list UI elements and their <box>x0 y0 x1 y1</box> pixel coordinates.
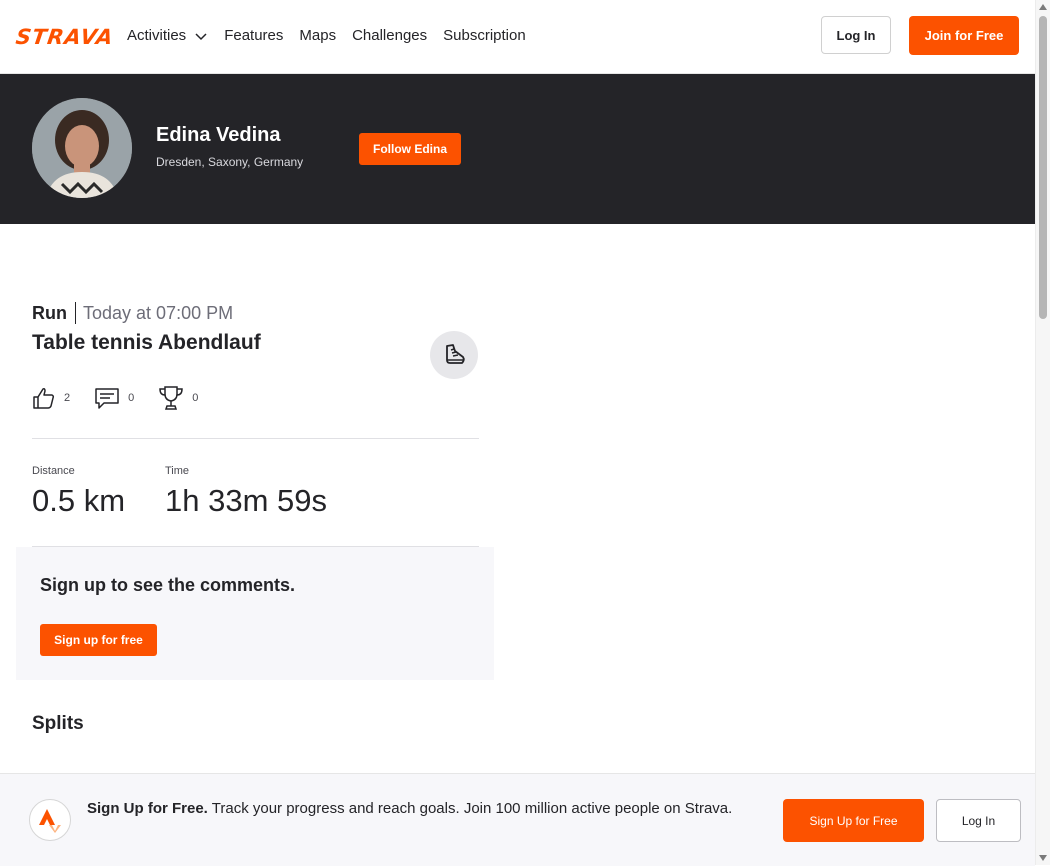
strava-badge-icon <box>29 799 71 841</box>
follow-button[interactable]: Follow Edina <box>359 133 461 165</box>
scroll-up-arrow[interactable] <box>1039 4 1047 10</box>
athlete-name[interactable]: Edina Vedina <box>156 124 280 147</box>
activity-date: Today at 07:00 PM <box>83 302 234 323</box>
athlete-location: Dresden, Saxony, Germany <box>156 155 304 169</box>
banner-headline: Sign Up for Free. <box>87 800 208 817</box>
activity-type: Run <box>32 302 76 324</box>
shoe-icon <box>446 344 465 364</box>
avatar[interactable] <box>32 98 132 198</box>
comments-signup-box: Sign up to see the comments. Sign up for… <box>16 547 494 680</box>
achievements-count: 0 <box>192 392 199 404</box>
signup-for-free-button[interactable]: Sign up for free <box>40 624 157 656</box>
activity-meta: Run Today at 07:00 PM <box>32 302 233 324</box>
comments-count: 0 <box>128 392 135 404</box>
page-scrollbar[interactable] <box>1035 0 1050 865</box>
signup-banner: Sign Up for Free. Track your progress an… <box>0 773 1035 866</box>
scroll-thumb[interactable] <box>1039 16 1047 319</box>
stat-distance-label: Distance <box>32 465 75 477</box>
comments-button[interactable]: 0 <box>94 386 134 410</box>
comment-icon <box>95 388 119 409</box>
scroll-down-arrow[interactable] <box>1039 855 1047 861</box>
trophy-icon <box>159 386 184 410</box>
chevron-down-icon <box>195 32 207 40</box>
gear-shoe-button[interactable] <box>430 331 478 379</box>
banner-signup-button[interactable]: Sign Up for Free <box>783 799 924 842</box>
top-nav: STRAVA Activities Features Maps Challeng… <box>0 0 1035 74</box>
nav-challenges[interactable]: Challenges <box>352 27 427 44</box>
nav-features[interactable]: Features <box>224 27 283 44</box>
stat-time: Time 1h 33m 59s <box>165 465 327 519</box>
stat-time-value: 1h 33m 59s <box>165 483 327 518</box>
nav-activities-label: Activities <box>127 27 187 44</box>
nav-links: Activities Features Maps Challenges Subs… <box>127 0 542 71</box>
activity-title: Table tennis Abendlauf <box>32 331 261 354</box>
achievements-button[interactable]: 0 <box>158 385 198 411</box>
stat-distance: Distance 0.5 km <box>32 465 125 519</box>
stat-distance-value: 0.5 km <box>32 483 126 518</box>
stat-time-label: Time <box>165 465 190 477</box>
avatar-image <box>32 98 132 198</box>
nav-maps[interactable]: Maps <box>299 27 336 44</box>
strava-logo[interactable]: STRAVA <box>14 25 115 49</box>
banner-text: Sign Up for Free. Track your progress an… <box>87 798 757 820</box>
athlete-header: Edina Vedina Dresden, Saxony, Germany Fo… <box>0 74 1035 224</box>
social-actions: 2 0 0 <box>32 385 222 411</box>
join-for-free-button[interactable]: Join for Free <box>909 16 1019 55</box>
thumbs-up-icon <box>33 388 55 409</box>
kudos-count: 2 <box>64 392 71 404</box>
nav-subscription[interactable]: Subscription <box>443 27 526 44</box>
nav-activities[interactable]: Activities <box>127 27 208 44</box>
login-button[interactable]: Log In <box>821 16 891 54</box>
banner-login-button[interactable]: Log In <box>936 799 1021 842</box>
kudos-button[interactable]: 2 <box>32 386 70 410</box>
banner-body: Track your progress and reach goals. Joi… <box>211 800 733 817</box>
comments-prompt: Sign up to see the comments. <box>40 575 296 595</box>
splits-heading: Splits <box>32 713 84 734</box>
strava-chevron-icon <box>39 809 61 833</box>
divider <box>32 438 479 439</box>
